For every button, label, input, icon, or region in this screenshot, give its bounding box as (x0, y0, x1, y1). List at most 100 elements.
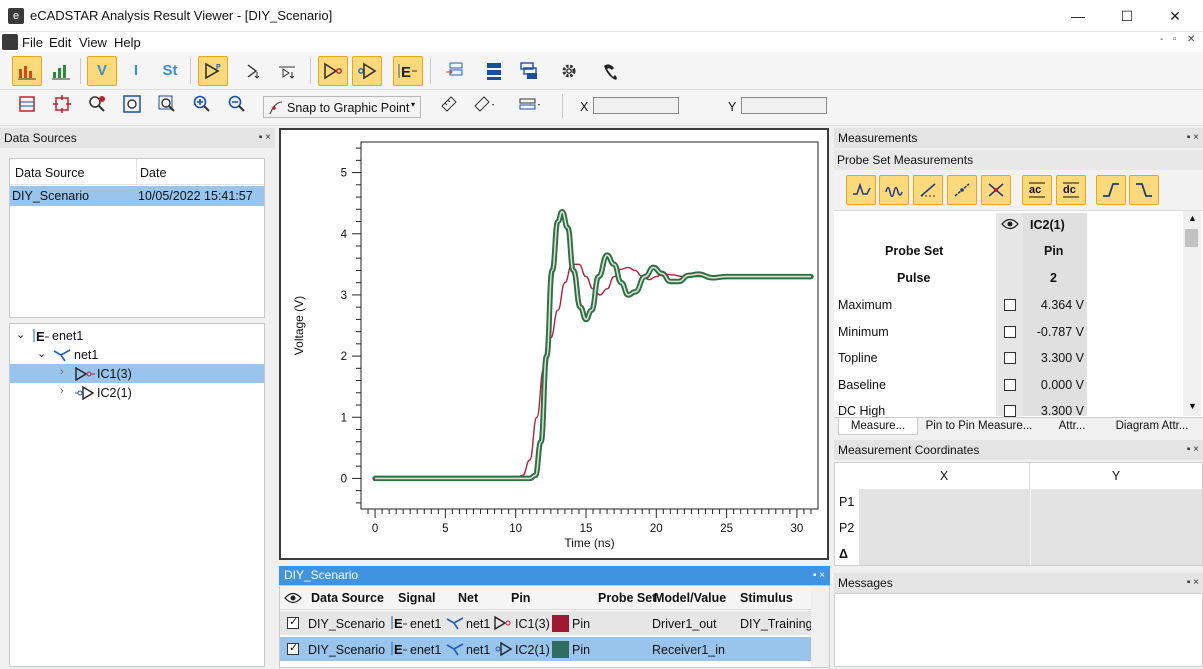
maximize-button[interactable]: ☐ (1104, 0, 1150, 32)
zoom-button[interactable] (155, 94, 179, 118)
minimize-button[interactable]: — (1055, 0, 1101, 32)
menu-view[interactable]: View (79, 35, 107, 50)
y-axis-label: Voltage (V) (292, 296, 306, 355)
panel-pin-close[interactable]: ▪ × (259, 128, 271, 148)
ringing-tool-button[interactable] (879, 175, 909, 205)
time-domain-button[interactable] (12, 56, 42, 86)
enet-button[interactable]: E (393, 56, 423, 86)
coord-row-delta: Δ (839, 547, 848, 561)
mdi-close-button[interactable]: ✕ (1187, 34, 1195, 45)
measurement-visibility-checkbox[interactable] (1004, 352, 1016, 365)
ruler-options-button[interactable] (472, 94, 496, 118)
layout-button-3[interactable] (514, 56, 544, 86)
marker-options-button[interactable] (518, 94, 542, 118)
menu-file[interactable]: File (22, 35, 43, 50)
table-row[interactable]: ✓ DIY_Scenario E enet1 net1 IC1(3) Pin D… (280, 611, 813, 636)
tab-measure[interactable]: Measure... (838, 418, 918, 435)
eye-icon (284, 592, 302, 604)
data-source-table: Data Source Date DIY_Scenario 10/05/2022… (9, 158, 265, 318)
zoom-region-button[interactable] (50, 94, 74, 118)
panel-pin-close[interactable]: ▪ × (813, 566, 825, 585)
measurement-row[interactable]: Maximum 4.364 V (834, 297, 1182, 321)
row-visibility-checkbox[interactable]: ✓ (287, 642, 299, 655)
receiver-button[interactable] (352, 56, 382, 86)
chevron-right-icon[interactable]: › (60, 366, 64, 378)
menu-help[interactable]: Help (114, 35, 141, 50)
fall-edge-tool-button[interactable] (1129, 175, 1159, 205)
current-button[interactable]: I (121, 56, 151, 86)
state-button[interactable]: St (155, 56, 185, 86)
table-row[interactable]: DIY_Scenario 10/05/2022 15:41:57 (10, 186, 264, 206)
zoom-in-button[interactable] (190, 94, 214, 118)
measurement-row[interactable]: Topline 3.300 V (834, 350, 1182, 374)
tree-item-net[interactable]: net1 (74, 348, 98, 362)
ruler-button[interactable] (437, 94, 461, 118)
svg-text:P: P (216, 64, 221, 71)
measurement-visibility-checkbox[interactable] (1004, 405, 1016, 418)
column-data-source: Data Source (15, 166, 85, 180)
scrollbar[interactable]: ▲ ▼ (1183, 211, 1201, 416)
dc-tool-button[interactable]: dc (1056, 175, 1086, 205)
zoom-out-button[interactable] (225, 94, 249, 118)
panel-pin-close[interactable]: ▪ × (1187, 440, 1199, 460)
mdi-minimize-button[interactable]: - (1160, 34, 1163, 45)
row-visibility-checkbox[interactable]: ✓ (287, 616, 299, 629)
scroll-up-icon[interactable]: ▲ (1188, 213, 1197, 223)
fit-all-button[interactable] (15, 94, 39, 118)
mdi-restore-button[interactable]: ▫ (1173, 34, 1177, 45)
zoom-region-icon (53, 95, 71, 113)
coordinates-table: X Y P1 P2 Δ (834, 462, 1203, 566)
chevron-right-icon[interactable]: › (60, 385, 64, 397)
fall-slope-tool-button[interactable] (947, 175, 977, 205)
svg-text:E: E (36, 329, 45, 344)
row-net: net1 (466, 617, 491, 631)
measurement-row[interactable]: Minimum -0.787 V (834, 324, 1182, 348)
ac-tool-button[interactable]: ac (1022, 175, 1052, 205)
rise-slope-tool-button[interactable] (913, 175, 943, 205)
snap-dropdown[interactable]: Snap to Graphic Point ▾ (263, 96, 421, 118)
panel-pin-close[interactable]: ▪ × (1187, 573, 1199, 593)
scroll-thumb[interactable] (1185, 229, 1198, 247)
snap-label: Snap to Graphic Point (287, 101, 410, 115)
measurement-visibility-checkbox[interactable] (1004, 378, 1016, 391)
waveform-plot[interactable]: 0 1 2 3 4 5 0 5 10 15 20 25 30 Time (ns) Voltage (V) (279, 128, 829, 560)
probe-button[interactable]: P (198, 56, 228, 86)
menu-edit[interactable]: Edit (49, 35, 71, 50)
measurement-visibility-checkbox[interactable] (1004, 325, 1016, 338)
tab-pin-to-pin[interactable]: Pin to Pin Measure... (924, 418, 1034, 435)
rise-edge-tool-button[interactable] (1096, 175, 1126, 205)
tab-attributes[interactable]: Attr... (1046, 418, 1098, 435)
layout-button-2[interactable] (479, 56, 509, 86)
tree-item-enet[interactable]: enet1 (52, 329, 83, 343)
measurement-row[interactable]: Baseline 0.000 V (834, 377, 1182, 401)
expand-chevron-icon[interactable]: ⌄ (37, 347, 46, 360)
row-pin: IC1(3) (515, 617, 550, 631)
panel-pin-close[interactable]: ▪ × (1187, 128, 1199, 148)
phone-button[interactable] (596, 56, 626, 86)
tab-diagram-attributes[interactable]: Diagram Attr... (1104, 418, 1200, 435)
zoom-error-button[interactable] (85, 94, 109, 118)
crossing-tool-button[interactable] (981, 175, 1011, 205)
frequency-domain-button[interactable] (46, 56, 76, 86)
expand-chevron-icon[interactable]: ⌄ (16, 328, 25, 341)
table-row[interactable]: ✓ DIY_Scenario E enet1 net1 IC2(1) Pin R… (280, 637, 811, 662)
measurement-visibility-checkbox[interactable] (1004, 299, 1016, 311)
probe-down-button[interactable] (238, 56, 268, 86)
probe-next-button[interactable] (272, 56, 302, 86)
settings-button[interactable] (554, 56, 584, 86)
driver-button[interactable] (318, 56, 348, 86)
tree-item-selected[interactable] (10, 364, 264, 383)
probe-set-label: Probe Set (885, 244, 944, 258)
voltage-button[interactable]: V (87, 56, 117, 86)
tree-item-ic2[interactable]: IC2(1) (97, 386, 132, 400)
zoom-fit-button[interactable] (120, 94, 144, 118)
close-button[interactable]: ✕ (1152, 0, 1198, 32)
scroll-down-icon[interactable]: ▼ (1188, 401, 1197, 411)
scrollbar[interactable] (811, 586, 829, 667)
overshoot-tool-button[interactable] (846, 175, 876, 205)
layout-button-1[interactable] (440, 56, 470, 86)
tree-item-ic1[interactable]: IC1(3) (97, 367, 132, 381)
menu-bar: File Edit View Help - ▫ ✕ (0, 32, 1203, 52)
waveform-chart[interactable]: 0 1 2 3 4 5 0 5 10 15 20 25 30 Time (ns) Voltage (V) (281, 130, 827, 558)
measurement-name: Topline (838, 351, 878, 366)
